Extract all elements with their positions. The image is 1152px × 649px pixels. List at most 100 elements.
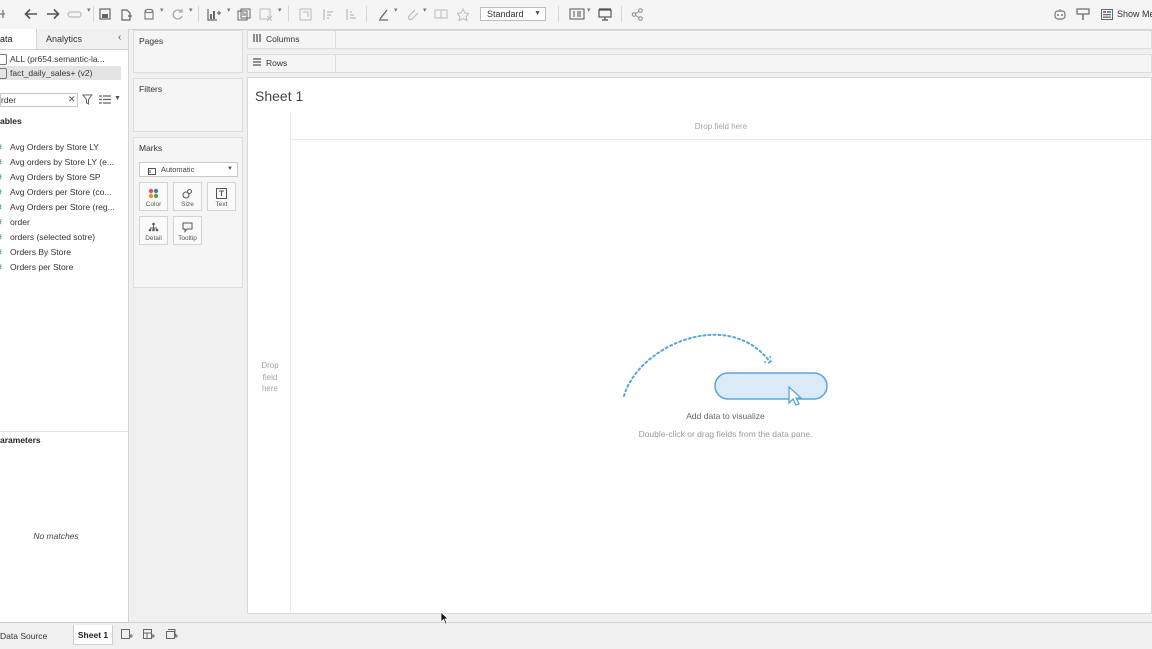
swap-icon[interactable]	[296, 5, 314, 23]
new-datasource-icon[interactable]	[117, 5, 135, 23]
filter-icon[interactable]	[81, 94, 94, 107]
drop-field-rows-text: Drop field here	[261, 361, 279, 393]
forward-icon[interactable]	[44, 5, 62, 23]
tableau-bot-icon[interactable]	[1051, 5, 1069, 23]
marks-title: Marks	[139, 143, 163, 153]
data-pane: ata Analytics ‹ ALL (pr654.semantic-la..…	[0, 29, 129, 622]
labels-icon[interactable]	[432, 5, 450, 23]
redo-icon[interactable]	[66, 5, 84, 23]
field-item[interactable]: # Orders per Store	[0, 260, 73, 275]
new-worksheet-icon[interactable]	[121, 629, 133, 642]
toolbar-separator	[93, 6, 94, 22]
field-item[interactable]: # orders (selected sotre)	[0, 230, 95, 245]
text-label: Text	[215, 201, 228, 208]
fit-caret-icon[interactable]: ▾	[587, 6, 591, 14]
mark-type-select[interactable]: Automatic ▼	[139, 162, 238, 177]
field-item[interactable]: # Avg Orders per Store (co...	[0, 185, 111, 200]
clear-search-icon[interactable]: ✕	[68, 94, 76, 105]
back-icon[interactable]	[22, 5, 40, 23]
field-item[interactable]: # Orders By Store	[0, 245, 71, 260]
group-icon[interactable]	[403, 5, 421, 23]
color-icon	[140, 183, 167, 199]
presentation-icon[interactable]	[596, 5, 614, 23]
redo-caret-icon[interactable]: ▾	[87, 6, 91, 14]
fit-icon[interactable]	[567, 5, 587, 23]
column-drop-zone[interactable]: Drop field here	[291, 112, 1151, 140]
field-item[interactable]: # Avg orders by Store LY (e...	[0, 155, 114, 170]
sort-ascending-icon[interactable]	[319, 5, 337, 23]
filters-title: Filters	[139, 84, 163, 94]
tooltip-label: Tooltip	[178, 235, 197, 242]
tab-data[interactable]: ata	[0, 29, 37, 49]
format-icon[interactable]	[1074, 5, 1092, 23]
group-caret-icon[interactable]: ▾	[423, 6, 427, 14]
database-icon	[0, 68, 7, 80]
new-dashboard-icon[interactable]	[143, 629, 155, 642]
field-label: Avg Orders per Store (co...	[10, 187, 112, 197]
pause-updates-icon[interactable]	[140, 5, 158, 23]
fix-axes-icon[interactable]	[454, 5, 472, 23]
tab-analytics[interactable]: Analytics	[46, 29, 82, 49]
refresh-caret-icon[interactable]: ▾	[189, 6, 193, 14]
share-icon[interactable]	[628, 5, 646, 23]
datasource-item[interactable]: ALL (pr654.semantic-la...	[0, 52, 121, 66]
clear-icon[interactable]	[257, 5, 275, 23]
columns-shelf-label: Columns	[248, 31, 336, 48]
pages-card[interactable]: Pages	[133, 30, 243, 73]
sheet-title[interactable]: Sheet 1	[255, 88, 303, 104]
toolbar: ▾ ▾ ▾ ▾ ▾ ▾ ▾ Standard ▼ ▾ Show Me	[0, 0, 1152, 30]
color-label: Color	[145, 201, 162, 208]
view-options-icon[interactable]	[99, 95, 111, 106]
tooltip-button[interactable]: Tooltip	[173, 216, 202, 245]
show-me-button[interactable]: Show Me	[1101, 6, 1152, 22]
pause-caret-icon[interactable]: ▾	[160, 6, 164, 14]
detail-icon	[140, 217, 167, 233]
datasource-item-selected[interactable]: fact_daily_sales+ (v2)	[0, 66, 121, 80]
data-pane-tabs: ata Analytics ‹	[0, 29, 128, 50]
fit-select[interactable]: Standard ▼	[480, 7, 546, 21]
color-button[interactable]: Color	[139, 182, 168, 211]
mark-type-value: Automatic	[161, 165, 195, 174]
filters-card[interactable]: Filters	[133, 78, 243, 132]
viz-canvas[interactable]: Sheet 1 Drop field here Drop field here Ad…	[247, 77, 1152, 614]
refresh-icon[interactable]	[168, 5, 186, 23]
tab-data-source[interactable]: Data Source	[0, 631, 47, 641]
row-drop-zone[interactable]: Drop field here	[255, 112, 291, 612]
tableau-logo-icon[interactable]	[0, 5, 6, 23]
tab-sheet-1[interactable]: Sheet 1	[73, 625, 113, 645]
sort-descending-icon[interactable]	[342, 5, 360, 23]
search-input[interactable]: rder	[0, 93, 78, 107]
new-worksheet-caret-icon[interactable]: ▾	[227, 6, 231, 14]
highlight-icon[interactable]	[374, 5, 392, 23]
size-icon	[174, 183, 201, 199]
rows-shelf-label: Rows	[248, 55, 336, 72]
field-item[interactable]: # Avg Orders per Store (reg...	[0, 200, 115, 215]
toolbar-separator	[366, 6, 367, 22]
chevron-down-icon[interactable]: ▼	[114, 95, 121, 102]
measure-icon: #	[0, 155, 5, 170]
highlight-caret-icon[interactable]: ▾	[394, 6, 398, 14]
save-icon[interactable]	[96, 5, 114, 23]
size-label: Size	[181, 201, 194, 208]
new-story-icon[interactable]	[166, 629, 178, 642]
rows-label: Rows	[266, 58, 288, 68]
fit-select-value: Standard	[487, 9, 524, 19]
rows-shelf[interactable]: Rows	[247, 54, 1152, 73]
collapse-pane-icon[interactable]: ‹	[118, 32, 121, 43]
duplicate-icon[interactable]	[235, 5, 253, 23]
field-item[interactable]: # order	[0, 215, 30, 230]
field-item[interactable]: # Avg Orders by Store SP	[0, 170, 101, 185]
measure-icon: #	[0, 200, 5, 215]
mouse-pointer-icon	[440, 611, 449, 625]
new-worksheet-icon[interactable]	[205, 5, 223, 23]
sheet-tab-bar: Data Source Sheet 1	[0, 622, 1152, 649]
columns-label: Columns	[266, 34, 300, 44]
measure-icon: #	[0, 140, 5, 155]
size-button[interactable]: Size	[173, 182, 202, 211]
detail-button[interactable]: Detail	[139, 216, 168, 245]
columns-shelf[interactable]: Columns	[247, 30, 1152, 49]
clear-caret-icon[interactable]: ▾	[278, 6, 282, 14]
columns-icon	[253, 31, 261, 48]
text-button[interactable]: Text	[207, 182, 236, 211]
field-item[interactable]: # Avg Orders by Store LY	[0, 140, 99, 155]
